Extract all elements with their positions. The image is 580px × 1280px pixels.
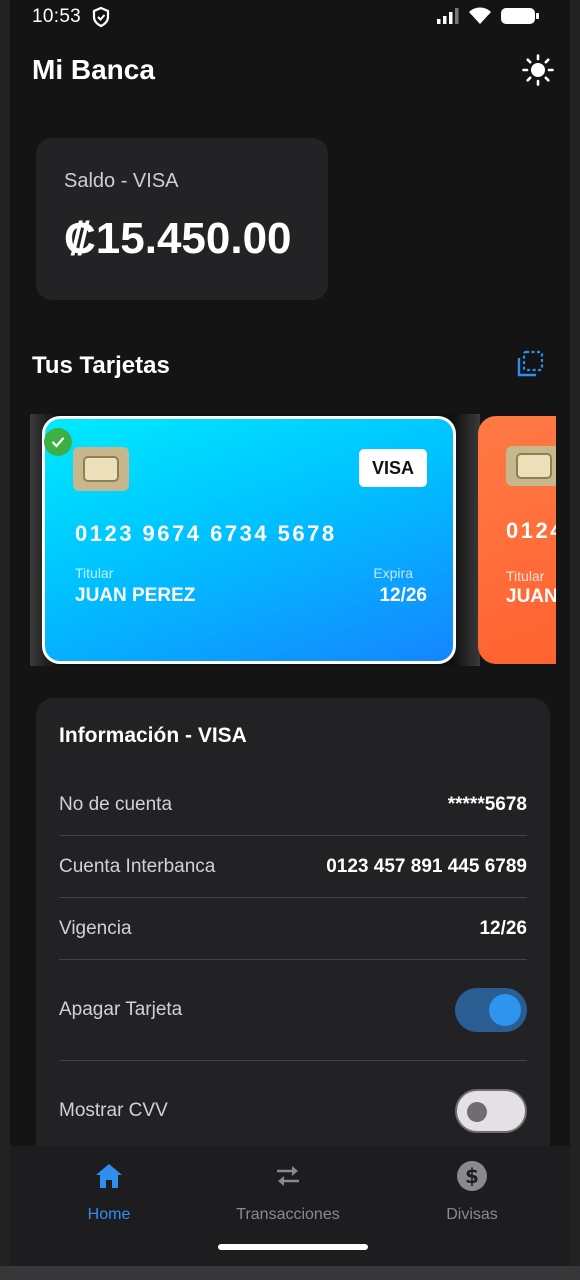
cards-section-title: Tus Tarjetas xyxy=(32,352,170,379)
dollar-icon: $ xyxy=(397,1160,547,1192)
card-holder-label: Titular xyxy=(506,568,545,584)
info-row-value: 0123 457 891 445 6789 xyxy=(326,855,527,877)
battery-icon xyxy=(500,6,540,31)
nav-label: Home xyxy=(87,1206,131,1223)
info-row-label: No de cuenta xyxy=(59,793,173,815)
bank-card-visa[interactable]: VISA 0123 9674 6734 5678 Titular JUAN PE… xyxy=(42,416,456,664)
status-icons xyxy=(436,6,540,31)
swap-arrows-icon xyxy=(213,1160,363,1192)
card-info-panel: Información - VISA No de cuenta *****567… xyxy=(36,698,550,1218)
turn-off-card-switch[interactable] xyxy=(455,988,527,1032)
app-screen: 10:53 Mi Banca Saldo - VISA ₡15.450.00 T… xyxy=(10,0,570,1266)
nav-currencies[interactable]: $ Divisas xyxy=(397,1160,547,1224)
svg-text:$: $ xyxy=(465,1164,479,1188)
bottom-navigation: Home Transacciones $ Divisas xyxy=(10,1146,570,1266)
balance-card: Saldo - VISA ₡15.450.00 xyxy=(36,138,328,300)
app-title: Mi Banca xyxy=(32,54,155,85)
status-time: 10:53 xyxy=(32,6,82,27)
home-indicator xyxy=(218,1244,368,1250)
cards-carousel[interactable]: VISA 0123 9674 6734 5678 Titular JUAN PE… xyxy=(30,414,556,666)
info-row-validity: Vigencia 12/26 xyxy=(59,898,527,960)
toggle-label: Apagar Tarjeta xyxy=(59,999,183,1020)
wifi-icon xyxy=(468,6,492,31)
card-view-toggle-button[interactable] xyxy=(516,350,544,383)
info-row-label: Vigencia xyxy=(59,917,132,939)
cards-stack-icon xyxy=(516,350,544,382)
shield-icon xyxy=(92,6,110,33)
nav-transactions[interactable]: Transacciones xyxy=(213,1160,363,1224)
info-row-label: Cuenta Interbanca xyxy=(59,855,216,877)
card-number: 0123 9674 6734 5678 xyxy=(75,521,337,546)
info-row-value: *****5678 xyxy=(447,793,527,815)
bank-card-second[interactable]: 0124 Titular JUAN xyxy=(478,416,556,664)
nav-label: Divisas xyxy=(446,1206,498,1223)
card-expiry-value: 12/26 xyxy=(379,585,427,606)
info-row-account-number: No de cuenta *****5678 xyxy=(59,774,527,836)
chip-icon xyxy=(506,446,556,486)
card-number: 0124 xyxy=(506,518,556,543)
card-holder-name: JUAN PEREZ xyxy=(75,585,196,606)
card-brand-badge: VISA xyxy=(359,449,427,487)
device-frame-left xyxy=(0,0,10,1266)
toggle-label: Mostrar CVV xyxy=(59,1100,168,1121)
signal-icon xyxy=(436,7,460,30)
chip-icon xyxy=(73,447,129,491)
sun-icon xyxy=(522,53,554,91)
device-frame-bottom xyxy=(0,1266,580,1280)
card-expiry-label: Expira xyxy=(373,565,413,581)
nav-label: Transacciones xyxy=(236,1206,340,1223)
show-cvv-switch[interactable] xyxy=(455,1089,527,1133)
balance-label: Saldo - VISA xyxy=(64,170,179,192)
device-frame-right xyxy=(570,0,580,1266)
info-row-interbank-account: Cuenta Interbanca 0123 457 891 445 6789 xyxy=(59,836,527,898)
balance-amount: ₡15.450.00 xyxy=(64,214,292,263)
info-row-turn-off-card: Apagar Tarjeta xyxy=(59,960,527,1061)
info-title: Información - VISA xyxy=(59,724,247,747)
nav-home[interactable]: Home xyxy=(34,1160,184,1224)
status-bar: 10:53 xyxy=(10,0,570,36)
card-holder-name: JUAN xyxy=(506,586,556,607)
card-holder-label: Titular xyxy=(75,565,114,581)
check-icon xyxy=(44,428,72,456)
home-icon xyxy=(34,1160,184,1192)
info-row-value: 12/26 xyxy=(479,917,527,939)
theme-toggle-button[interactable] xyxy=(520,53,556,91)
